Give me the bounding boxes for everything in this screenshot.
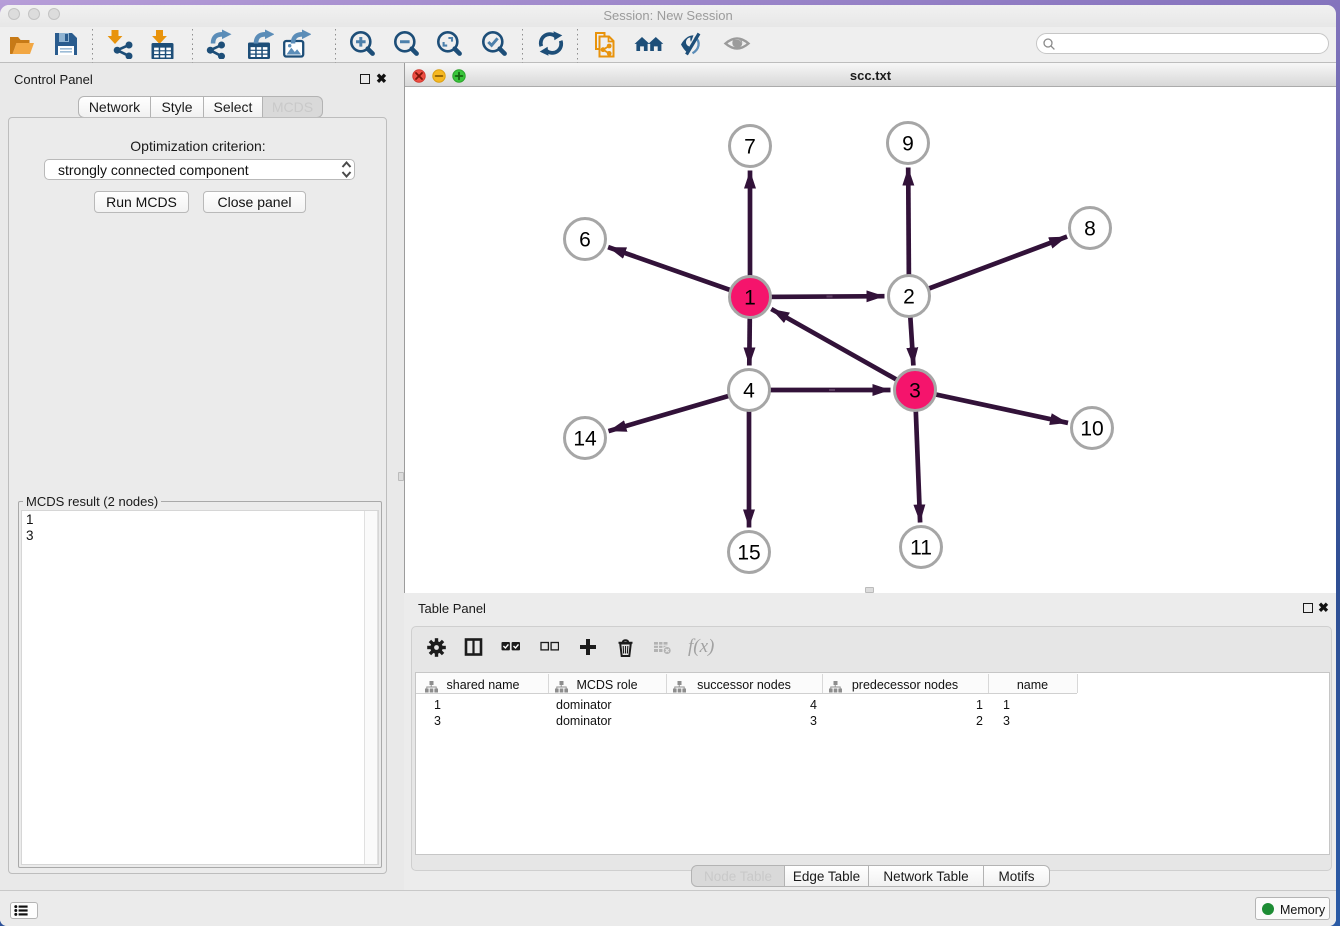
svg-text:14: 14 (573, 428, 597, 451)
svg-text:7: 7 (744, 136, 756, 159)
svg-text:3: 3 (909, 380, 921, 403)
svg-text:15: 15 (737, 542, 760, 565)
svg-text:10: 10 (1080, 418, 1103, 441)
svg-text:11: 11 (910, 537, 932, 560)
svg-text:2: 2 (903, 286, 915, 309)
svg-text:6: 6 (579, 229, 591, 252)
svg-text:4: 4 (743, 380, 755, 403)
svg-text:9: 9 (902, 133, 914, 156)
svg-text:1: 1 (744, 287, 756, 310)
svg-text:8: 8 (1084, 218, 1096, 241)
